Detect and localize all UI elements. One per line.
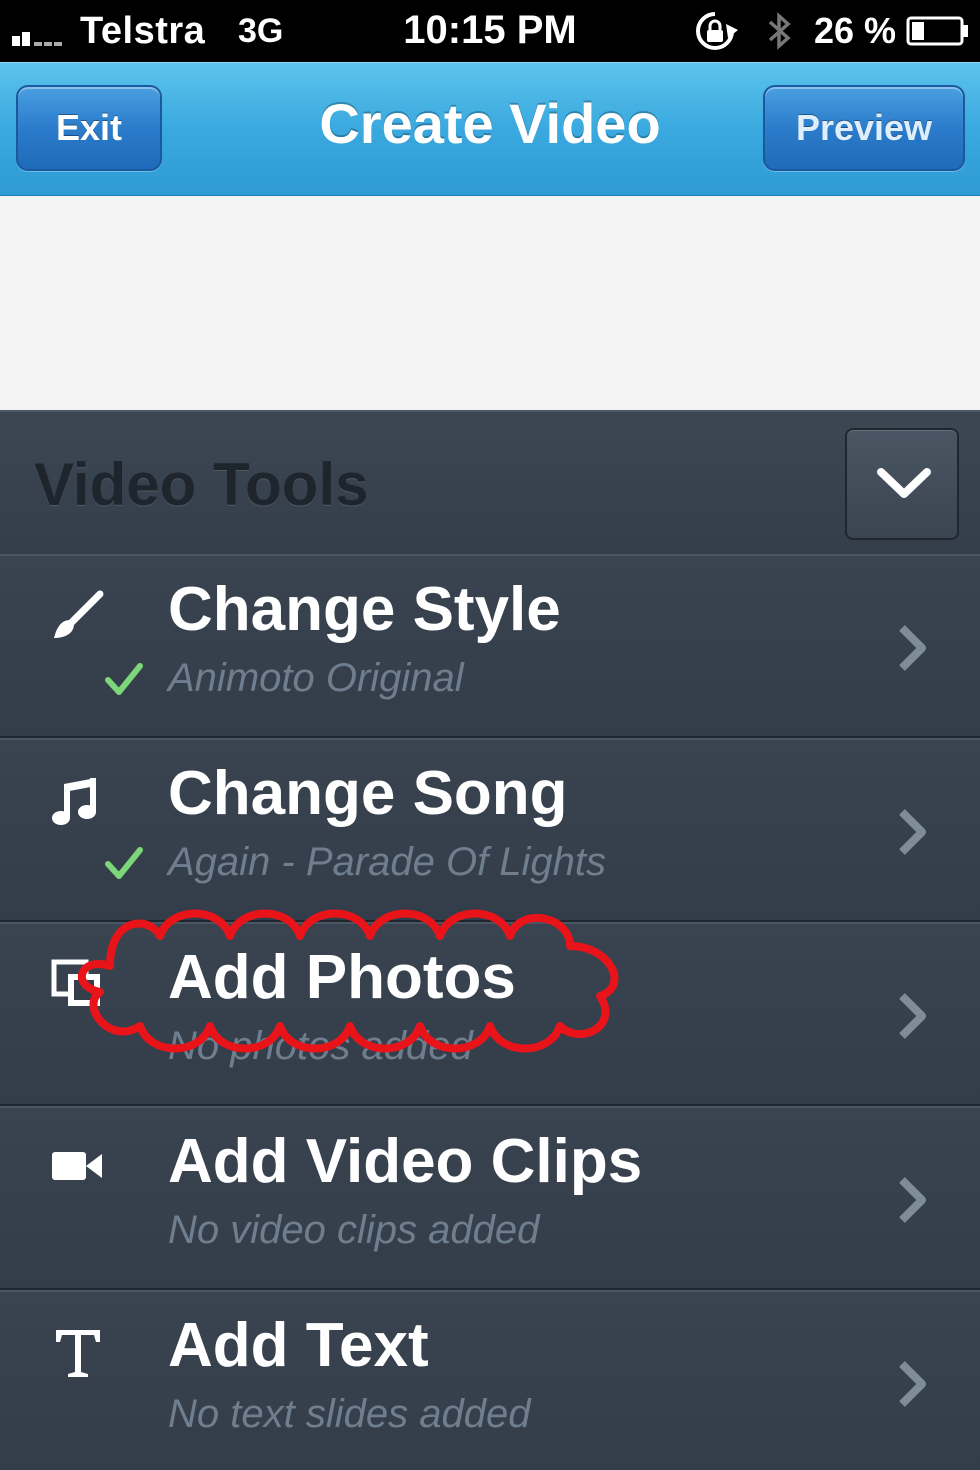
tool-add-photos[interactable]: Add Photos No photos added [0, 922, 980, 1106]
tool-add-video-clips[interactable]: Add Video Clips No video clips added [0, 1106, 980, 1290]
tool-subtitle: Animoto Original [168, 656, 464, 700]
video-tools-title: Video Tools [34, 451, 369, 518]
battery-icon [906, 16, 968, 46]
chevron-right-icon [899, 1361, 926, 1407]
music-note-icon [52, 778, 96, 825]
video-tools-list: Change Style Animoto Original Change Son… [0, 554, 980, 1470]
checkmark-icon [105, 663, 143, 695]
tool-subtitle: Again - Parade Of Lights [168, 840, 607, 884]
tool-subtitle: No text slides added [168, 1392, 531, 1436]
bluetooth-icon [768, 12, 791, 50]
chevron-right-icon [899, 993, 926, 1039]
text-icon [56, 1330, 100, 1377]
photos-icon [51, 959, 100, 1006]
paintbrush-icon [54, 590, 104, 638]
chevron-right-icon [899, 809, 926, 855]
video-preview-area [0, 196, 980, 410]
collapse-tools-button[interactable] [845, 428, 959, 540]
tool-add-text[interactable]: Add Text No text slides added [0, 1290, 980, 1470]
video-tools-header: Video Tools [0, 410, 980, 554]
battery-percent: 26 % [814, 10, 897, 51]
tool-title: Change Song [168, 759, 568, 828]
navigation-bar: Exit Create Video Preview [0, 62, 980, 196]
tool-change-style[interactable]: Change Style Animoto Original [0, 554, 980, 738]
preview-button[interactable]: Preview [763, 85, 965, 171]
tool-subtitle: No photos added [168, 1024, 473, 1068]
chevron-right-icon [899, 1177, 926, 1223]
checkmark-icon [105, 847, 143, 879]
chevron-right-icon [899, 625, 926, 671]
rotation-lock-icon [696, 12, 738, 50]
video-camera-icon [52, 1152, 102, 1180]
status-bar: Telstra 3G 10:15 PM 26 % [0, 0, 980, 62]
tool-title: Add Video Clips [168, 1127, 643, 1196]
tool-title: Change Style [168, 575, 561, 644]
tool-subtitle: No video clips added [168, 1208, 540, 1252]
tool-title: Add Text [168, 1311, 429, 1380]
chevron-down-icon [877, 468, 931, 498]
tool-change-song[interactable]: Change Song Again - Parade Of Lights [0, 738, 980, 922]
tool-title: Add Photos [168, 943, 516, 1012]
app-screen: Telstra 3G 10:15 PM 26 % Exit Create Vid… [0, 0, 980, 1470]
